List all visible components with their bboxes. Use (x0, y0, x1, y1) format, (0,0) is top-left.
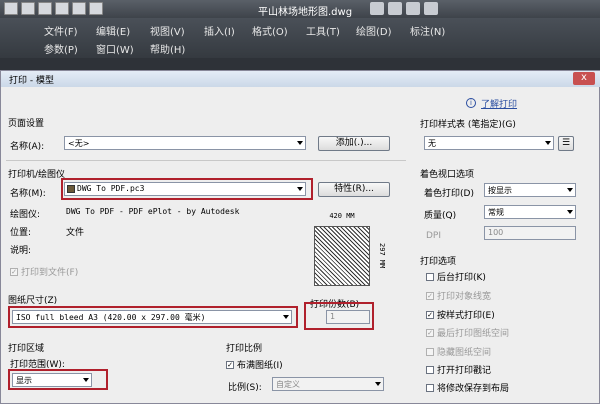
new-file-icon[interactable] (4, 2, 18, 15)
description-label: 说明: (10, 246, 32, 256)
fit-to-paper-checkbox[interactable]: ✓ 布满图纸(I) (226, 358, 283, 371)
document-title: 平山林场地形图.dwg (258, 7, 353, 18)
undo-icon[interactable] (55, 2, 69, 15)
menu-view[interactable]: 视图(V) (150, 23, 185, 38)
background-print-checkbox[interactable]: 后台打印(K) (426, 270, 486, 283)
chevron-down-icon (567, 188, 573, 192)
plot-with-styles-checkbox[interactable]: ✓ 按样式打印(E) (426, 308, 495, 321)
dialog-title-bar: 打印 - 模型 (1, 71, 600, 87)
plot-style-heading: 打印样式表 (笔指定)(G) (420, 120, 516, 130)
quick-access-toolbar (4, 2, 103, 15)
binoculars-icon[interactable] (370, 2, 384, 15)
scale-ratio-label: 比例(S): (228, 383, 262, 393)
plot-paperspace-last-checkbox[interactable]: ✓ 最后打印图纸空间 (426, 326, 509, 339)
hide-paperspace-objects-checkbox[interactable]: 隐藏图纸空间 (426, 345, 491, 358)
open-file-icon[interactable] (21, 2, 35, 15)
star-icon[interactable] (406, 2, 420, 15)
learn-printing-link[interactable]: 了解打印 (481, 97, 517, 110)
highlight-box (8, 369, 108, 390)
paper-size-heading: 图纸尺寸(Z) (8, 296, 58, 306)
print-scale-heading: 打印比例 (226, 344, 263, 354)
highlight-box (8, 306, 298, 328)
menu-edit[interactable]: 编辑(E) (96, 23, 130, 38)
menu-tools[interactable]: 工具(T) (306, 23, 340, 38)
printer-properties-button[interactable]: 特性(R)... (318, 182, 390, 197)
menu-parametric[interactable]: 参数(P) (44, 41, 78, 56)
paper-preview (314, 226, 370, 286)
quality-label: 质量(Q) (424, 211, 457, 221)
quality-select[interactable]: 常规 (484, 205, 576, 219)
add-page-setup-button[interactable]: 添加(.)... (318, 136, 390, 151)
menu-insert[interactable]: 插入(I) (204, 23, 235, 38)
shade-plot-select[interactable]: 按显示 (484, 183, 576, 197)
menu-help[interactable]: 帮助(H) (150, 41, 185, 56)
help-icon[interactable] (424, 2, 438, 15)
menu-file[interactable]: 文件(F) (44, 23, 78, 38)
print-area-heading: 打印区域 (8, 344, 45, 354)
info-icon: i (466, 98, 476, 108)
chevron-down-icon (375, 382, 381, 386)
save-icon[interactable] (38, 2, 52, 15)
page-setup-heading: 页面设置 (8, 119, 45, 129)
page-setup-name-select[interactable]: <无> (64, 136, 306, 150)
printer-heading: 打印机/绘图仪 (8, 170, 66, 180)
page-setup-name-label: 名称(A): (10, 142, 45, 152)
dpi-input[interactable]: 100 (484, 226, 576, 240)
menu-bar: 文件(F) 编辑(E) 视图(V) 插入(I) 格式(O) 工具(T) 绘图(D… (0, 18, 600, 58)
chevron-down-icon (297, 141, 303, 145)
preview-width-label: 420 MM (329, 212, 355, 220)
print-to-file-checkbox[interactable]: ✓ 打印到文件(F) (10, 265, 78, 278)
shaded-viewport-heading: 着色视口选项 (420, 170, 475, 180)
print-options-heading: 打印选项 (420, 257, 457, 267)
preview-height-label: 297 MM (378, 243, 386, 269)
printer-name-label: 名称(M): (10, 189, 46, 199)
chevron-down-icon (567, 210, 573, 214)
dpi-label: DPI (426, 231, 442, 241)
plot-style-select[interactable]: 无 (424, 136, 554, 150)
menu-format[interactable]: 格式(O) (252, 23, 288, 38)
plot-lineweights-checkbox[interactable]: ✓ 打印对象线宽 (426, 289, 491, 302)
save-changes-to-layout-checkbox[interactable]: 将修改保存到布局 (426, 381, 509, 394)
plotter-label: 绘图仪: (10, 210, 41, 220)
highlight-box (61, 178, 313, 200)
location-value: 文件 (66, 228, 85, 238)
chevron-down-icon (545, 141, 551, 145)
app-title-bar: 平山林场地形图.dwg (0, 0, 600, 18)
location-label: 位置: (10, 228, 32, 238)
scale-ratio-select[interactable]: 自定义 (272, 377, 384, 391)
highlight-box (304, 302, 374, 330)
menu-dimension[interactable]: 标注(N) (410, 23, 445, 38)
plot-stamp-checkbox[interactable]: 打开打印戳记 (426, 363, 491, 376)
print-icon[interactable] (89, 2, 103, 15)
title-bar-tools (370, 2, 438, 15)
menu-window[interactable]: 窗口(W) (96, 41, 134, 56)
plotter-value: DWG To PDF - PDF ePlot - by Autodesk (66, 207, 240, 216)
redo-icon[interactable] (72, 2, 86, 15)
menu-draw[interactable]: 绘图(D) (356, 23, 392, 38)
divider (6, 160, 406, 161)
wrench-icon[interactable] (388, 2, 402, 15)
shade-plot-label: 着色打印(D) (424, 189, 474, 199)
edit-plot-style-button[interactable]: ☰ (558, 136, 574, 151)
dialog-title: 打印 - 模型 (9, 76, 54, 86)
close-button[interactable]: x (573, 72, 595, 85)
